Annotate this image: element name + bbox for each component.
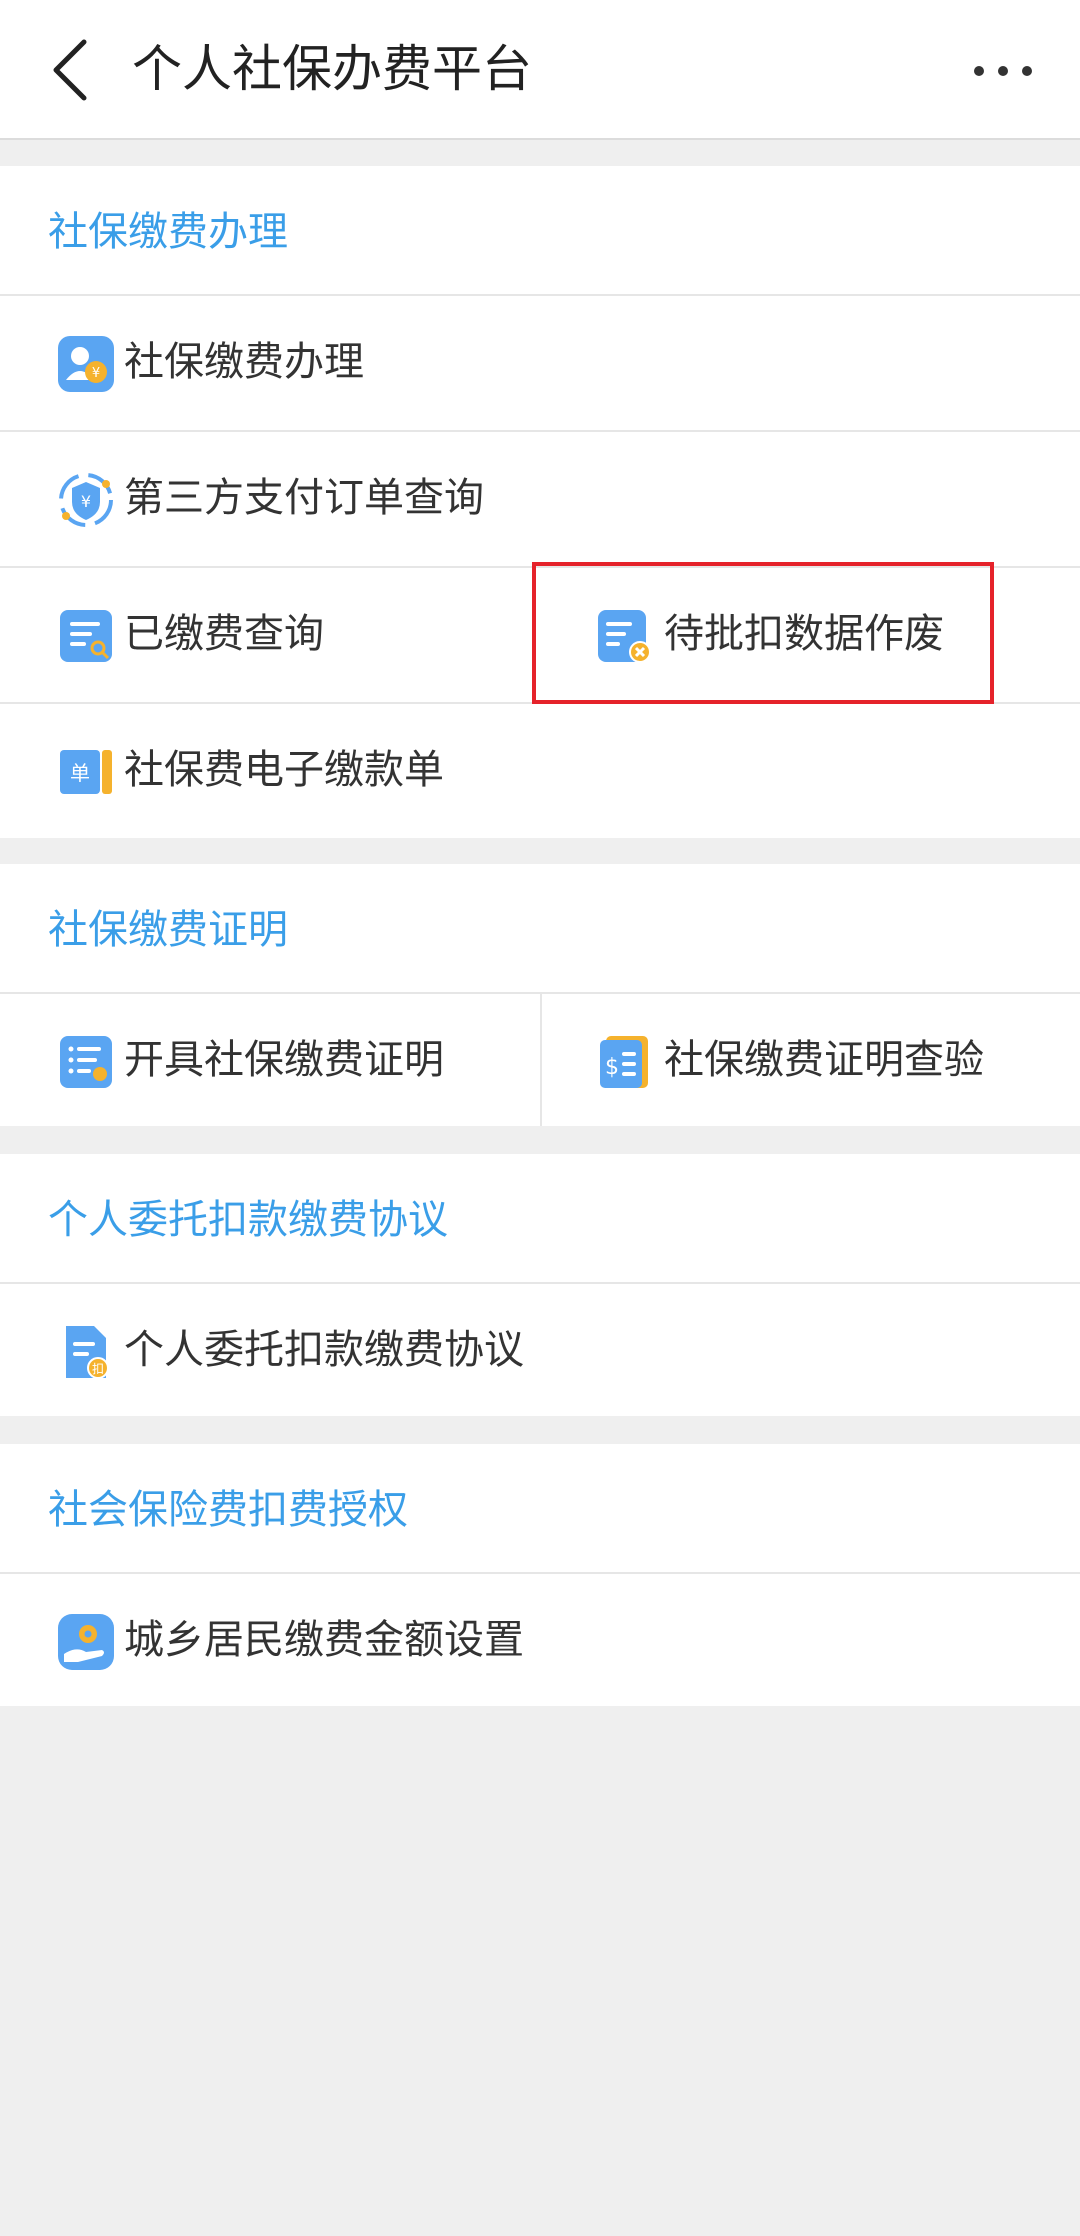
section-authorization: 社会保险费扣费授权 城乡居民缴费金额设置 <box>0 1444 1080 1706</box>
menu-item-label: 个人委托扣款缴费协议 <box>124 1327 524 1373</box>
menu-item-label: 社保费电子缴款单 <box>124 747 444 793</box>
section-title: 个人委托扣款缴费协议 <box>48 1197 448 1243</box>
chevron-left-icon <box>53 39 87 101</box>
menu-item-label: 社保缴费证明查验 <box>664 1037 984 1083</box>
agreement-deduct-icon: 扣 <box>66 1326 109 1379</box>
menu-item-e-payment-slip[interactable]: 单 社保费电子缴款单 <box>0 704 1080 836</box>
menu-item-amount-setting[interactable]: 城乡居民缴费金额设置 <box>0 1574 1080 1706</box>
ticket-icon: 单 <box>60 750 112 794</box>
menu-item-deduct-agreement[interactable]: 扣 个人委托扣款缴费协议 <box>0 1284 1080 1416</box>
section-title: 社保缴费办理 <box>48 209 288 255</box>
menu-item-paid-query[interactable]: 已缴费查询 <box>0 568 532 700</box>
document-cancel-icon <box>598 610 651 663</box>
certificate-list-icon <box>60 1036 112 1088</box>
menu-item-payment[interactable]: ¥ 社保缴费办理 <box>0 296 1080 428</box>
menu-item-label: 已缴费查询 <box>124 611 324 657</box>
menu-item-label: 开具社保缴费证明 <box>124 1037 444 1083</box>
top-bar: 个人社保办费平台 <box>0 0 1080 140</box>
svg-text:单: 单 <box>70 761 90 785</box>
svg-text:$: $ <box>605 1055 619 1080</box>
hand-gear-icon <box>58 1614 114 1670</box>
menu-item-issue-certificate[interactable]: 开具社保缴费证明 <box>0 994 540 1126</box>
section-agreement: 个人委托扣款缴费协议 扣 个人委托扣款缴费协议 <box>0 1154 1080 1416</box>
svg-text:¥: ¥ <box>81 492 91 511</box>
menu-item-label: 城乡居民缴费金额设置 <box>124 1617 524 1663</box>
section-title: 社会保险费扣费授权 <box>48 1487 408 1533</box>
shield-yuan-icon: ¥ <box>59 473 113 527</box>
section-certificate: 社保缴费证明 开具社保缴费证明 $ 社保缴费证明查验 <box>0 864 1080 1126</box>
menu-item-label: 待批扣数据作废 <box>664 611 944 657</box>
page-title: 个人社保办费平台 <box>132 40 532 98</box>
back-button[interactable] <box>40 30 120 110</box>
document-search-icon <box>60 610 112 662</box>
svg-text:扣: 扣 <box>92 1362 104 1376</box>
svg-text:¥: ¥ <box>92 366 100 381</box>
bill-verify-icon: $ <box>600 1036 648 1088</box>
menu-item-label: 社保缴费办理 <box>124 339 364 385</box>
section-title: 社保缴费证明 <box>48 907 288 953</box>
menu-item-third-party-orders[interactable]: ¥ 第三方支付订单查询 <box>0 432 1080 564</box>
menu-item-label: 第三方支付订单查询 <box>124 475 484 521</box>
person-coin-icon: ¥ <box>58 336 114 392</box>
section-payment: 社保缴费办理 ¥ 社保缴费办理 ¥ 第三方支付订单查询 已缴费查询 待批扣数据作… <box>0 166 1080 838</box>
more-options-button[interactable] <box>964 40 1044 100</box>
